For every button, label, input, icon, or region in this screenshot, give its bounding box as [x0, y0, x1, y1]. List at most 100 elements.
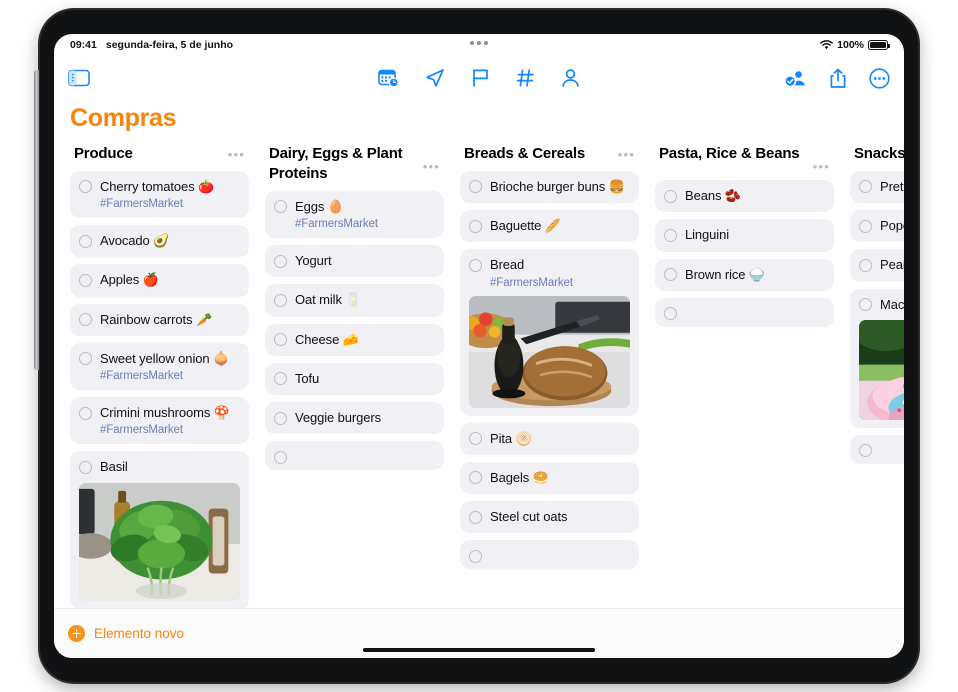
checkbox-circle-icon[interactable] [469, 471, 482, 485]
list-item[interactable]: Rainbow carrots 🥕 [70, 303, 249, 336]
toolbar-center-icons [54, 68, 904, 88]
list-item-row: Peanuts 🥜 [859, 257, 904, 273]
list-item[interactable]: Tofu [265, 362, 444, 396]
list-item[interactable]: Brioche burger buns 🍔 [460, 170, 639, 204]
list-item[interactable]: Avocado 🥑 [70, 225, 249, 258]
multitask-dots-icon[interactable] [54, 41, 904, 45]
checkbox-circle-icon[interactable] [664, 307, 677, 321]
new-item-button[interactable]: Elemento novo [68, 625, 184, 642]
page-title: Compras [70, 104, 177, 132]
list-item-tag[interactable]: #FarmersMarket [295, 218, 378, 230]
checkbox-circle-icon[interactable] [859, 180, 872, 194]
checkbox-circle-icon[interactable] [274, 254, 287, 268]
column-menu-icon[interactable]: ••• [228, 148, 245, 161]
flag-icon[interactable] [471, 68, 490, 88]
empty-list-item[interactable] [265, 441, 444, 471]
list-item[interactable]: Macarons [850, 288, 904, 428]
list-item-row: Yogurt [274, 253, 435, 269]
checkbox-circle-icon[interactable] [664, 228, 677, 242]
list-item[interactable]: Bagels 🥯 [460, 461, 639, 495]
checkbox-circle-icon[interactable] [469, 432, 482, 446]
share-participants-icon[interactable] [784, 68, 807, 88]
checkbox-circle-icon[interactable] [859, 444, 872, 458]
list-item[interactable]: Pretzels 🥨 [850, 170, 904, 204]
column-menu-icon[interactable]: ••• [423, 160, 440, 173]
list-item-row: Oat milk 🥛 [274, 292, 435, 308]
checkbox-circle-icon[interactable] [274, 372, 287, 386]
list-item-tag[interactable]: #FarmersMarket [100, 198, 183, 210]
checkbox-circle-icon[interactable] [859, 219, 872, 233]
new-item-label: Elemento novo [94, 626, 185, 641]
list-item[interactable]: Cherry tomatoes 🍅 #FarmersMarket [70, 170, 249, 219]
list-item-tag[interactable]: #FarmersMarket [100, 370, 183, 382]
list-item-label: Oat milk 🥛 [295, 292, 362, 308]
checkbox-circle-icon[interactable] [469, 510, 482, 524]
list-item[interactable]: Peanuts 🥜 [850, 249, 904, 282]
checkbox-circle-icon[interactable] [79, 406, 92, 420]
list-item-row: Brioche burger buns 🍔 [469, 179, 630, 195]
list-item[interactable]: Cheese 🧀 [265, 323, 444, 356]
list-item-row: Beans 🫘 [664, 188, 825, 204]
checkbox-circle-icon[interactable] [859, 258, 872, 272]
list-item[interactable]: Basil [70, 451, 249, 608]
checkbox-circle-icon[interactable] [274, 200, 287, 214]
list-item[interactable]: Yogurt [265, 245, 444, 278]
checkbox-circle-icon[interactable] [469, 549, 482, 563]
column-header: Breads & Cereals ••• [460, 144, 639, 171]
list-item[interactable]: Eggs 🥚 #FarmersMarket [265, 190, 444, 239]
list-item-tag[interactable]: #FarmersMarket [100, 424, 183, 436]
home-indicator[interactable] [363, 648, 595, 652]
list-item-photo[interactable] [859, 319, 904, 420]
list-item[interactable]: Apples 🍎 [70, 264, 249, 297]
checkbox-circle-icon[interactable] [274, 293, 287, 307]
list-item[interactable]: Bread #FarmersMarket [460, 249, 639, 416]
list-item[interactable]: Crimini mushrooms 🍄 #FarmersMarket [70, 397, 249, 445]
column-menu-icon[interactable]: ••• [813, 160, 830, 173]
checkbox-circle-icon[interactable] [79, 273, 92, 287]
checkbox-circle-icon[interactable] [79, 234, 92, 248]
share-icon[interactable] [829, 68, 847, 89]
list-item[interactable]: Linguini [655, 219, 834, 252]
checkbox-circle-icon[interactable] [274, 333, 287, 347]
column-menu-icon[interactable]: ••• [618, 148, 635, 161]
list-item[interactable]: Sweet yellow onion 🧅 #FarmersMarket [70, 342, 249, 391]
checkbox-circle-icon[interactable] [274, 450, 287, 464]
calendar-clock-icon[interactable] [378, 68, 399, 88]
checkbox-circle-icon[interactable] [859, 298, 872, 312]
checkbox-circle-icon[interactable] [79, 180, 92, 194]
more-ellipsis-icon[interactable] [869, 67, 890, 89]
list-item[interactable]: Baguette 🥖 [460, 210, 639, 243]
column-header: Dairy, Eggs & Plant Proteins ••• [265, 144, 444, 191]
empty-list-item[interactable] [850, 434, 904, 464]
checkbox-circle-icon[interactable] [664, 268, 677, 281]
list-item[interactable]: Steel cut oats [460, 501, 639, 534]
list-item[interactable]: Oat milk 🥛 [265, 284, 444, 317]
checkbox-circle-icon[interactable] [664, 189, 677, 203]
list-item[interactable]: Pita 🫓 [460, 422, 639, 455]
list-item-tag[interactable]: #FarmersMarket [490, 277, 573, 289]
person-icon[interactable] [561, 68, 580, 88]
checkbox-circle-icon[interactable] [274, 411, 287, 425]
checkbox-circle-icon[interactable] [79, 352, 92, 366]
checkbox-circle-icon[interactable] [469, 180, 482, 194]
empty-list-item[interactable] [460, 540, 639, 570]
list-item-label: Peanuts 🥜 [880, 257, 904, 273]
list-item[interactable]: Brown rice 🍚 [655, 258, 834, 291]
location-arrow-icon[interactable] [425, 68, 445, 88]
list-item-label: Basil [100, 459, 128, 475]
list-item-photo[interactable] [469, 295, 630, 408]
hashtag-icon[interactable] [516, 68, 535, 88]
empty-list-item[interactable] [655, 297, 834, 327]
checkbox-circle-icon[interactable] [469, 219, 482, 233]
battery-icon [868, 40, 890, 50]
checkbox-circle-icon[interactable] [469, 258, 482, 272]
checkbox-circle-icon[interactable] [79, 460, 92, 474]
list-item-photo[interactable] [79, 482, 240, 601]
checkbox-circle-icon[interactable] [79, 313, 92, 327]
list-item[interactable]: Popcorn 🍿 [850, 210, 904, 243]
column-title: Dairy, Eggs & Plant Proteins [269, 145, 403, 182]
list-item[interactable]: Beans 🫘 [655, 180, 834, 213]
list-item[interactable]: Veggie burgers [265, 402, 444, 435]
list-item-label: Rainbow carrots 🥕 [100, 311, 213, 327]
column-header: Snacks & Candy••• [850, 144, 904, 171]
